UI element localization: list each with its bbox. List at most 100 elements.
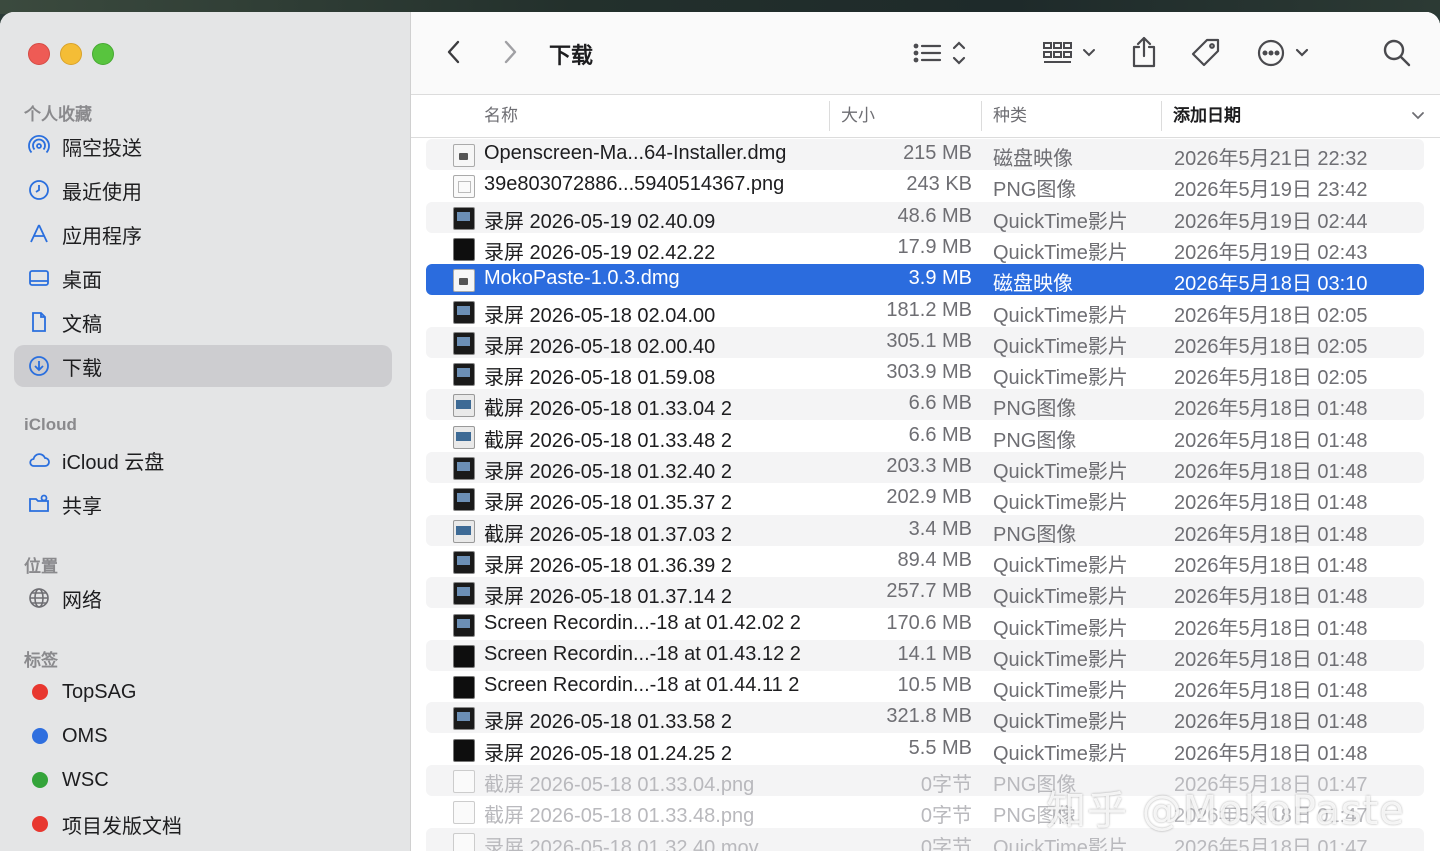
file-size: 3.9 MB: [908, 267, 972, 290]
file-video-icon: [453, 707, 475, 731]
desktop-icon: [26, 265, 52, 291]
back-button[interactable]: [441, 38, 467, 66]
file-kind: QuickTime影片: [993, 711, 1128, 734]
file-name: MokoPaste-1.0.3.dmg: [484, 267, 680, 290]
file-size: 170.6 MB: [886, 611, 972, 634]
grid-group-icon: [1043, 42, 1095, 63]
file-row[interactable]: 录屏 2026-05-18 01.59.08 303.9 MB QuickTime影…: [426, 358, 1424, 389]
file-size: 0字节: [920, 805, 972, 828]
file-row[interactable]: 录屏 2026-05-18 01.35.37 2 202.9 MB QuickTim…: [426, 483, 1424, 514]
watermark-text: 知乎 @MokoPaste: [1046, 788, 1405, 834]
sidebar-tag-topsag[interactable]: TopSAG: [14, 671, 392, 713]
file-row[interactable]: Screen Recordin...-18 at 01.43.12 2 14.1 …: [426, 639, 1424, 671]
sidebar-item-recents[interactable]: 最近使用: [14, 169, 392, 211]
file-name: 截屏 2026-05-18 01.33.48 2: [484, 429, 732, 452]
file-video-icon: [453, 363, 475, 387]
file-size: 0字节: [920, 774, 972, 796]
file-dark-icon: [453, 237, 475, 261]
column-kind-header[interactable]: 种类: [993, 95, 1027, 137]
sidebar-tag-release-docs[interactable]: 项目发版文档: [14, 803, 392, 845]
file-kind: PNG图像: [993, 179, 1077, 202]
file-name: 录屏 2026-05-19 02.42.22: [484, 241, 716, 264]
toolbar: 下载: [411, 12, 1440, 94]
file-row[interactable]: 录屏 2026-05-18 01.36.39 2 89.4 MB QuickTime…: [426, 546, 1424, 577]
file-row[interactable]: 截屏 2026-05-18 01.33.04 2 6.6 MB PNG图像 2026年…: [426, 389, 1424, 421]
column-name-header[interactable]: 名称: [484, 95, 518, 137]
file-size: 48.6 MB: [897, 204, 972, 227]
sidebar-tag-wsc[interactable]: WSC: [14, 759, 392, 801]
file-row[interactable]: 截屏 2026-05-18 01.33.48 2 6.6 MB PNG图像 2026年…: [426, 421, 1424, 452]
file-date: 2026年5月18日 01:48: [1174, 398, 1368, 421]
more-actions-button[interactable]: [1255, 36, 1311, 70]
file-row[interactable]: Screen Recordin...-18 at 01.44.11 2 10.5 …: [426, 671, 1424, 702]
file-date: 2026年5月21日 22:32: [1174, 148, 1368, 170]
file-size: 3.4 MB: [908, 517, 972, 540]
column-divider[interactable]: [981, 101, 982, 131]
file-row[interactable]: 录屏 2026-05-18 01.33.58 2 321.8 MB QuickTim…: [426, 702, 1424, 734]
file-date: 2026年5月18日 01:48: [1174, 523, 1368, 546]
tag-icon: [1191, 38, 1220, 67]
file-date: 2026年5月18日 01:48: [1174, 554, 1368, 577]
column-date-header[interactable]: 添加日期: [1173, 95, 1241, 137]
file-row[interactable]: 录屏 2026-05-19 02.42.22 17.9 MB QuickTime影片…: [426, 233, 1424, 264]
file-date: 2026年5月18日 03:10: [1174, 273, 1368, 296]
file-video-icon: [453, 331, 475, 355]
file-video-icon: [453, 206, 475, 230]
sidebar-item-documents[interactable]: 文稿: [14, 301, 392, 343]
ellipsis-circle-icon: [1257, 39, 1309, 67]
file-row[interactable]: 录屏 2026-05-18 02.00.40 305.1 MB QuickTime影…: [426, 326, 1424, 358]
file-date: 2026年5月18日 02:05: [1174, 304, 1368, 327]
file-row[interactable]: 录屏 2026-05-18 01.24.25 2 5.5 MB QuickTime影…: [426, 734, 1424, 765]
tag-button[interactable]: [1189, 36, 1223, 70]
minimize-window-button[interactable]: [60, 43, 82, 65]
file-video-icon: [453, 582, 475, 606]
sidebar-item-desktop[interactable]: 桌面: [14, 257, 392, 299]
view-mode-button[interactable]: [911, 38, 969, 68]
file-video-icon: [453, 488, 475, 512]
group-by-button[interactable]: [1041, 38, 1099, 68]
file-row[interactable]: 录屏 2026-05-18 02.04.00 181.2 MB QuickTime影…: [426, 296, 1424, 327]
file-name: 录屏 2026-05-18 01.24.25 2: [484, 742, 732, 765]
sidebar-item-downloads[interactable]: 下载: [14, 345, 392, 387]
file-row[interactable]: 录屏 2026-05-18 01.32.40 2 203.3 MB QuickTim…: [426, 452, 1424, 483]
file-row[interactable]: Screen Recordin...-18 at 01.42.02 2 170.6…: [426, 609, 1424, 640]
column-size-header[interactable]: 大小: [841, 95, 875, 137]
sidebar-item-icloud-drive[interactable]: iCloud 云盘: [14, 439, 392, 481]
sidebar-item-network[interactable]: 网络: [14, 577, 392, 619]
file-row[interactable]: 39e803072886...5940514367.png 243 KB PNG图像…: [426, 170, 1424, 201]
file-row[interactable]: 截屏 2026-05-18 01.37.03 2 3.4 MB PNG图像 2026年…: [426, 514, 1424, 546]
sidebar-tag-oms[interactable]: OMS: [14, 715, 392, 757]
file-row[interactable]: 录屏 2026-05-18 01.37.14 2 257.7 MB QuickTim…: [426, 577, 1424, 609]
search-button[interactable]: [1381, 36, 1413, 70]
file-size: 10.5 MB: [897, 674, 972, 697]
file-row[interactable]: MokoPaste-1.0.3.dmg 3.9 MB 磁盘映像 2026年5月18日 …: [426, 264, 1424, 296]
file-size: 5.5 MB: [908, 736, 972, 759]
list-view-icon: [913, 41, 966, 65]
column-divider[interactable]: [829, 101, 830, 131]
forward-button[interactable]: [497, 38, 523, 66]
document-icon: [26, 309, 52, 335]
file-name: Screen Recordin...-18 at 01.42.02 2: [484, 611, 801, 634]
file-dmg-icon: [453, 269, 475, 293]
file-dark-icon: [453, 644, 475, 668]
file-row[interactable]: 录屏 2026-05-19 02.40.09 48.6 MB QuickTime影片…: [426, 201, 1424, 233]
zoom-window-button[interactable]: [92, 43, 114, 65]
sidebar-item-shared[interactable]: 共享: [14, 483, 392, 525]
sidebar-item-label: iCloud 云盘: [62, 451, 165, 474]
file-kind: 磁盘映像: [993, 148, 1073, 170]
file-date: 2026年5月19日 02:43: [1174, 241, 1368, 264]
file-video-icon: [453, 613, 475, 637]
column-divider[interactable]: [1161, 101, 1162, 131]
sort-direction-button[interactable]: [1409, 107, 1427, 125]
file-png-icon: [453, 175, 475, 199]
file-dmg-icon: [453, 144, 475, 167]
sidebar-item-label: 网络: [62, 589, 102, 612]
share-icon: [1132, 36, 1156, 68]
file-list: Openscreen-Ma...64-Installer.dmg 215 MB 磁盘…: [411, 137, 1440, 851]
file-name: 截屏 2026-05-18 01.33.04.png: [484, 774, 755, 796]
file-row[interactable]: Openscreen-Ma...64-Installer.dmg 215 MB 磁盘…: [426, 139, 1424, 170]
close-window-button[interactable]: [28, 43, 50, 65]
sidebar-item-airdrop[interactable]: 隔空投送: [14, 125, 392, 167]
share-button[interactable]: [1127, 34, 1161, 70]
sidebar-item-applications[interactable]: 应用程序: [14, 213, 392, 255]
